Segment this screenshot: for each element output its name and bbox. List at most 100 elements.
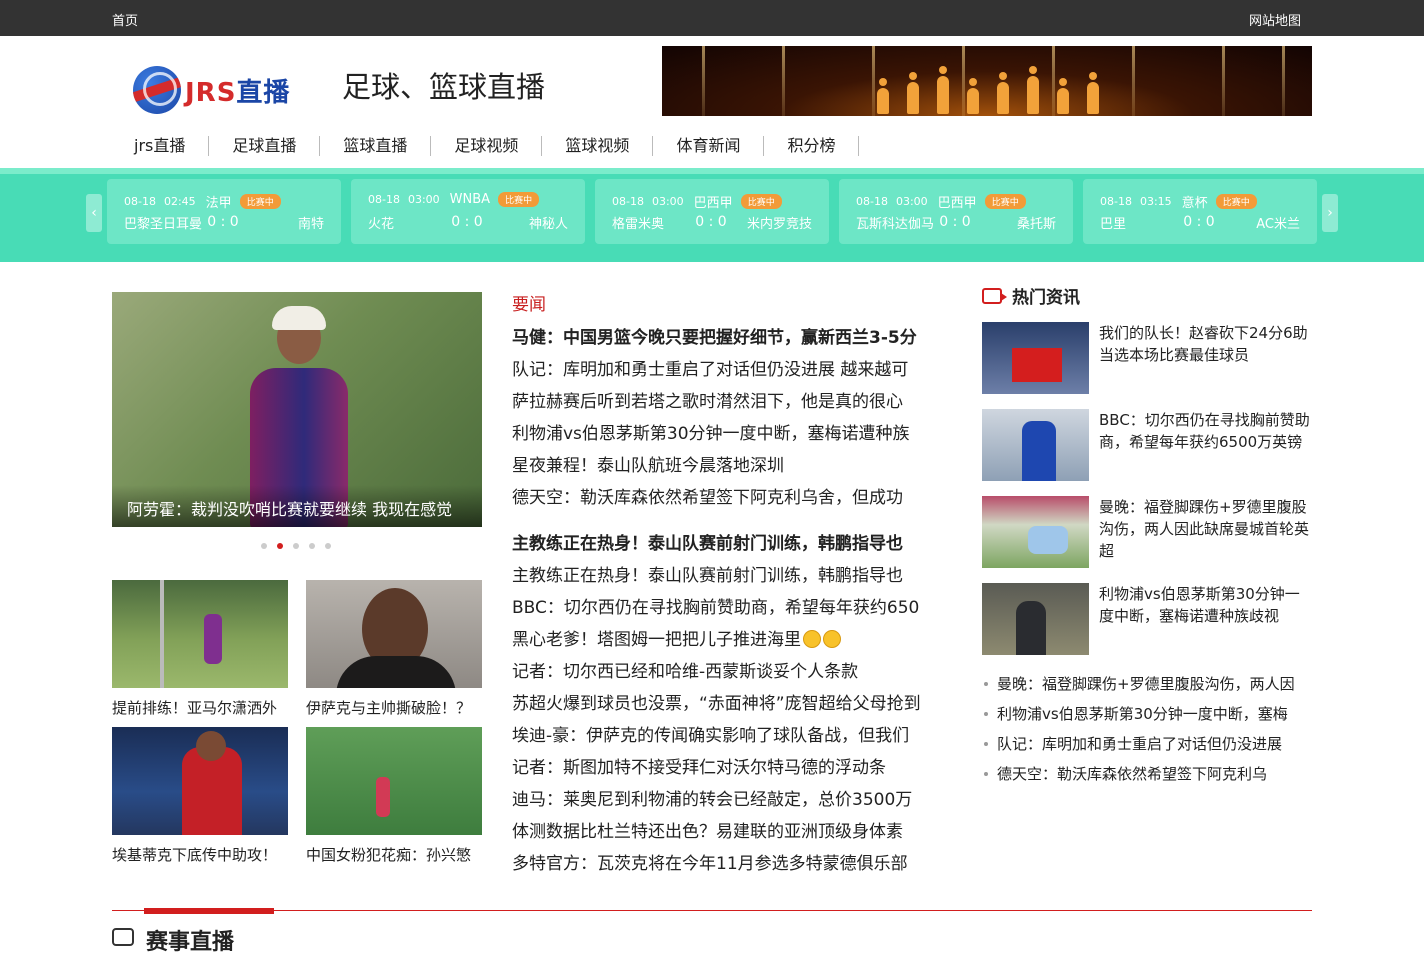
news-link[interactable]: 体测数据比杜兰特还出色？易建联的亚洲顶级身体素 xyxy=(512,816,942,848)
nav-item[interactable]: 体育新闻 xyxy=(653,136,765,156)
news-link[interactable]: 萨拉赫赛后听到若塔之歌时潸然泪下，他是真的很心 xyxy=(512,386,942,418)
news-text[interactable]: 体测数据比杜兰特还出色？易建联的亚洲顶级身体素 xyxy=(512,822,903,842)
news-link[interactable]: 多特官方：瓦茨克将在今年11月参选多特蒙德俱乐部 xyxy=(512,848,942,880)
news-link[interactable]: 埃迪-豪：伊萨克的传闻确实影响了球队备战，但我们 xyxy=(512,720,942,752)
thumb-caption[interactable]: 伊萨克与主帅撕破脸！？ xyxy=(306,697,482,718)
news-text[interactable]: 埃迪-豪：伊萨克的传闻确实影响了球队备战，但我们 xyxy=(512,726,909,746)
player-silhouette xyxy=(877,78,889,114)
match-card[interactable]: 08-18 02:45 法甲 比赛中 巴黎圣日耳曼 0 : 0 南特 xyxy=(107,179,341,244)
home-team: 瓦斯科达伽马 xyxy=(856,217,935,232)
nav-item[interactable]: 积分榜 xyxy=(764,136,860,156)
hot-list-item[interactable]: 利物浦vs伯恩茅斯第30分钟一度中断，塞梅 xyxy=(982,702,1312,732)
hot-news-image[interactable] xyxy=(982,322,1089,394)
featured-slider[interactable]: 阿劳霍：裁判没吹哨比赛就要继续 我现在感觉身 xyxy=(112,292,482,527)
news-text[interactable]: 记者：切尔西已经和哈维-西蒙斯谈妥个人条款 xyxy=(512,662,858,682)
hot-news-item[interactable]: 利物浦vs伯恩茅斯第30分钟一度中断，塞梅诺遭种族歧视 xyxy=(982,583,1312,655)
hot-news-item[interactable]: 曼晚：福登脚踝伤+罗德里腹股沟伤，两人因此缺席曼城首轮英超 xyxy=(982,496,1312,568)
match-card[interactable]: 08-18 03:15 意杯 比赛中 巴里 0 : 0 AC米兰 xyxy=(1083,179,1317,244)
hot-news-text[interactable]: 曼晚：福登脚踝伤+罗德里腹股沟伤，两人因此缺席曼城首轮英超 xyxy=(1099,496,1312,568)
news-link[interactable]: 苏超火爆到球员也没票，“赤面神将”庞智超给父母抢到 xyxy=(512,688,942,720)
nav-item[interactable]: 足球视频 xyxy=(431,136,543,156)
news-link[interactable]: 利物浦vs伯恩茅斯第30分钟一度中断，塞梅诺遭种族 xyxy=(512,418,942,450)
scores-next-button[interactable]: › xyxy=(1322,194,1338,232)
hot-list-item[interactable]: 德天空：勒沃库森依然希望签下阿克利乌 xyxy=(982,762,1312,792)
news-link[interactable]: BBC：切尔西仍在寻找胸前赞助商，希望每年获约650 xyxy=(512,592,942,624)
video-thumb[interactable]: 埃基蒂克下底传中助攻！ xyxy=(112,727,288,865)
video-thumb[interactable]: 提前排练！亚马尔潇洒外 xyxy=(112,580,288,718)
away-team: 南特 xyxy=(297,217,324,232)
banner-image[interactable] xyxy=(662,46,1312,116)
player-silhouette xyxy=(907,72,919,114)
news-link[interactable]: 星夜兼程！泰山队航班今晨落地深圳 xyxy=(512,450,942,482)
news-link[interactable]: 队记：库明加和勇士重启了对话但仍没进展 越来越可 xyxy=(512,354,942,386)
hot-news-image[interactable] xyxy=(982,496,1089,568)
news-text[interactable]: 主教练正在热身！泰山队赛前射门训练，韩鹏指导也 xyxy=(512,534,903,554)
hot-list-item[interactable]: 队记：库明加和勇士重启了对话但仍没进展 xyxy=(982,732,1312,762)
slider-caption: 阿劳霍：裁判没吹哨比赛就要继续 我现在感觉身 xyxy=(112,485,482,527)
thumb-caption[interactable]: 埃基蒂克下底传中助攻！ xyxy=(112,844,288,865)
player-silhouette xyxy=(1087,72,1099,114)
slider-dot[interactable] xyxy=(309,543,315,549)
match-league: 巴西甲 xyxy=(937,196,977,211)
headline-link[interactable]: 马健：中国男篮今晚只要把握好细节，赢新西兰3-5分 xyxy=(512,322,942,354)
news-text[interactable]: BBC：切尔西仍在寻找胸前赞助商，希望每年获约650 xyxy=(512,598,919,618)
video-thumb[interactable]: 伊萨克与主帅撕破脸！？ xyxy=(306,580,482,718)
news-text[interactable]: 多特官方：瓦茨克将在今年11月参选多特蒙德俱乐部 xyxy=(512,854,908,874)
slider-dot[interactable] xyxy=(325,543,331,549)
nav-item[interactable]: 篮球直播 xyxy=(320,136,432,156)
news-text[interactable]: 队记：库明加和勇士重启了对话但仍没进展 越来越可 xyxy=(512,360,908,380)
news-text[interactable]: 主教练正在热身！泰山队赛前射门训练，韩鹏指导也 xyxy=(512,566,903,586)
player-silhouette xyxy=(937,66,949,114)
site-logo[interactable]: JRS直播 xyxy=(133,62,313,118)
home-team: 格雷米奥 xyxy=(612,217,665,232)
news-text[interactable]: 萨拉赫赛后听到若塔之歌时潸然泪下，他是真的很心 xyxy=(512,392,903,412)
news-link[interactable]: 迪马：莱奥尼到利物浦的转会已经敲定，总价3500万 xyxy=(512,784,942,816)
nav-item[interactable]: jrs直播 xyxy=(112,136,210,156)
nav-item[interactable]: 足球直播 xyxy=(209,136,321,156)
hot-list-item[interactable]: 曼晚：福登脚踝伤+罗德里腹股沟伤，两人因 xyxy=(982,672,1312,702)
live-badge: 比赛中 xyxy=(239,194,281,209)
thumb-caption[interactable]: 中国女粉犯花痴：孙兴慜 xyxy=(306,844,482,865)
hot-news-image[interactable] xyxy=(982,583,1089,655)
news-link[interactable]: 记者：切尔西已经和哈维-西蒙斯谈妥个人条款 xyxy=(512,656,942,688)
hot-news-item[interactable]: BBC：切尔西仍在寻找胸前赞助商，希望每年获约6500万英镑 xyxy=(982,409,1312,481)
match-score: 0 : 0 xyxy=(207,214,239,230)
news-text[interactable]: 马健：中国男篮今晚只要把握好细节，赢新西兰3-5分 xyxy=(512,328,917,348)
news-link[interactable]: 主教练正在热身！泰山队赛前射门训练，韩鹏指导也 xyxy=(512,560,942,592)
video-thumb[interactable]: 中国女粉犯花痴：孙兴慜 xyxy=(306,727,482,865)
news-text[interactable]: 黑心老爹！塔图姆一把把儿子推进海里 xyxy=(512,630,801,650)
scores-prev-button[interactable]: ‹ xyxy=(86,194,102,232)
away-team: 神秘人 xyxy=(528,217,568,232)
news-link[interactable]: 记者：斯图加特不接受拜仁对沃尔特马德的浮动条 xyxy=(512,752,942,784)
match-card[interactable]: 08-18 03:00 巴西甲 比赛中 格雷米奥 0 : 0 米内罗竞技 xyxy=(595,179,829,244)
site-header: JRS直播 足球、篮球直播 jrs直播 足球直播 篮球直播 足球视频 篮球视频 体育新闻积… xyxy=(0,36,1424,168)
match-card[interactable]: 08-18 03:00 WNBA 比赛中 火花 0 : 0 神秘人 xyxy=(351,179,585,244)
hot-news-text[interactable]: 利物浦vs伯恩茅斯第30分钟一度中断，塞梅诺遭种族歧视 xyxy=(1099,583,1312,655)
hot-news-text[interactable]: 我们的队长！赵睿砍下24分6助 当选本场比赛最佳球员 xyxy=(1099,322,1312,394)
hot-news-text[interactable]: BBC：切尔西仍在寻找胸前赞助商，希望每年获约6500万英镑 xyxy=(1099,409,1312,481)
news-text[interactable]: 迪马：莱奥尼到利物浦的转会已经敲定，总价3500万 xyxy=(512,790,912,810)
light-ray xyxy=(962,46,965,116)
news-text[interactable]: 记者：斯图加特不接受拜仁对沃尔特马德的浮动条 xyxy=(512,758,886,778)
slider-dot[interactable] xyxy=(261,543,267,549)
news-text[interactable]: 德天空：勒沃库森依然希望签下阿克利乌舍，但成功 xyxy=(512,488,903,508)
news-link[interactable]: 黑心老爹！塔图姆一把把儿子推进海里 xyxy=(512,624,942,656)
thumb-caption[interactable]: 提前排练！亚马尔潇洒外 xyxy=(112,697,288,718)
sitemap-link[interactable]: 网站地图 xyxy=(1249,10,1301,29)
hot-news-image[interactable] xyxy=(982,409,1089,481)
news-text[interactable]: 利物浦vs伯恩茅斯第30分钟一度中断，塞梅诺遭种族 xyxy=(512,424,910,444)
thumb-image xyxy=(306,580,482,688)
nav-item[interactable]: 篮球视频 xyxy=(542,136,654,156)
match-card[interactable]: 08-18 03:00 巴西甲 比赛中 瓦斯科达伽马 0 : 0 桑托斯 xyxy=(839,179,1073,244)
news-text[interactable]: 星夜兼程！泰山队航班今晨落地深圳 xyxy=(512,456,784,476)
logo-text: JRS直播 xyxy=(185,77,291,108)
slider-dot[interactable] xyxy=(277,543,283,549)
news-text[interactable]: 苏超火爆到球员也没票，“赤面神将”庞智超给父母抢到 xyxy=(512,694,921,714)
home-link[interactable]: 首页 xyxy=(112,10,138,29)
match-time: 03:00 xyxy=(651,195,684,208)
headline-link[interactable]: 主教练正在热身！泰山队赛前射门训练，韩鹏指导也 xyxy=(512,528,942,560)
slider-dot[interactable] xyxy=(293,543,299,549)
hot-news-item[interactable]: 我们的队长！赵睿砍下24分6助 当选本场比赛最佳球员 xyxy=(982,322,1312,394)
news-link[interactable]: 德天空：勒沃库森依然希望签下阿克利乌舍，但成功 xyxy=(512,482,942,514)
section-divider xyxy=(112,910,1312,911)
